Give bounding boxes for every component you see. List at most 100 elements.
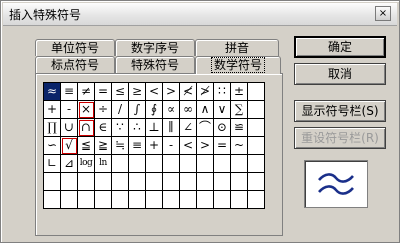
symbol-cell[interactable]: > (197, 137, 214, 155)
symbol-cell[interactable]: ∵ (112, 119, 129, 137)
symbol-cell[interactable]: < (180, 137, 197, 155)
symbol-cell[interactable]: √ (61, 137, 78, 155)
symbol-cell[interactable]: ≧ (95, 137, 112, 155)
symbol-cell[interactable]: ≒ (112, 137, 129, 155)
symbol-cell[interactable] (129, 155, 146, 173)
symbol-cell[interactable] (146, 173, 163, 191)
symbol-cell[interactable] (248, 101, 265, 119)
tab-punctuation[interactable]: 标点符号 (35, 56, 115, 73)
symbol-cell[interactable] (197, 191, 214, 209)
symbol-cell[interactable] (231, 191, 248, 209)
symbol-cell[interactable] (112, 173, 129, 191)
symbol-cell[interactable]: ∈ (95, 119, 112, 137)
symbol-cell[interactable]: ≌ (231, 119, 248, 137)
symbol-cell[interactable]: ÷ (95, 101, 112, 119)
symbol-cell[interactable] (231, 173, 248, 191)
tab-number-symbols[interactable]: 数字序号 (115, 39, 195, 56)
symbol-cell[interactable] (61, 191, 78, 209)
cancel-button[interactable]: 取消 (294, 63, 386, 85)
symbol-cell[interactable] (248, 83, 265, 101)
symbol-cell[interactable] (146, 191, 163, 209)
symbol-cell[interactable] (78, 173, 95, 191)
symbol-cell[interactable]: < (146, 83, 163, 101)
symbol-cell[interactable] (197, 173, 214, 191)
symbol-cell[interactable] (163, 191, 180, 209)
symbol-cell[interactable]: ≯ (197, 83, 214, 101)
symbol-cell[interactable]: ∩ (78, 119, 95, 137)
symbol-cell[interactable]: ≠ (78, 83, 95, 101)
tab-pinyin[interactable]: 拼音 (195, 39, 279, 56)
symbol-cell[interactable]: ∥ (163, 119, 180, 137)
symbol-cell[interactable]: > (163, 83, 180, 101)
symbol-cell[interactable]: ∟ (44, 155, 61, 173)
symbol-cell[interactable] (180, 155, 197, 173)
symbol-cell[interactable] (129, 191, 146, 209)
symbol-cell[interactable]: ≡ (129, 137, 146, 155)
symbol-cell[interactable] (95, 173, 112, 191)
symbol-cell[interactable] (180, 191, 197, 209)
symbol-cell[interactable] (248, 191, 265, 209)
symbol-cell[interactable]: ∑ (231, 101, 248, 119)
symbol-cell[interactable]: ∫ (129, 101, 146, 119)
reset-symbol-bar-button[interactable]: 重设符号栏(R) (294, 127, 386, 149)
symbol-cell[interactable] (214, 173, 231, 191)
symbol-cell[interactable] (146, 155, 163, 173)
symbol-cell[interactable]: ≤ (112, 83, 129, 101)
symbol-cell[interactable]: ∪ (61, 119, 78, 137)
tab-special-symbols[interactable]: 特殊符号 (115, 56, 195, 73)
ok-button[interactable]: 确定 (294, 36, 386, 58)
symbol-cell[interactable]: ∨ (214, 101, 231, 119)
symbol-cell[interactable] (231, 155, 248, 173)
symbol-cell[interactable] (197, 155, 214, 173)
symbol-cell[interactable] (112, 191, 129, 209)
symbol-cell[interactable] (44, 173, 61, 191)
symbol-cell[interactable] (95, 191, 112, 209)
symbol-cell[interactable]: + (146, 137, 163, 155)
symbol-cell[interactable]: ∽ (44, 137, 61, 155)
symbol-cell[interactable] (248, 173, 265, 191)
symbol-cell[interactable]: ∏ (44, 119, 61, 137)
symbol-cell[interactable]: - (61, 101, 78, 119)
symbol-cell[interactable] (163, 173, 180, 191)
symbol-cell[interactable]: + (44, 101, 61, 119)
symbol-cell[interactable]: ln (95, 155, 112, 173)
symbol-cell[interactable]: ≈ (44, 83, 61, 101)
symbol-cell[interactable]: = (214, 137, 231, 155)
symbol-cell[interactable] (214, 155, 231, 173)
symbol-cell[interactable]: ⌒ (197, 119, 214, 137)
symbol-cell[interactable] (214, 191, 231, 209)
symbol-cell[interactable] (112, 155, 129, 173)
symbol-cell[interactable]: ∧ (197, 101, 214, 119)
symbol-cell[interactable]: ± (231, 83, 248, 101)
symbol-cell[interactable] (61, 173, 78, 191)
symbol-cell[interactable] (248, 137, 265, 155)
show-symbol-bar-button[interactable]: 显示符号栏(S) (294, 100, 386, 122)
symbol-cell[interactable] (129, 173, 146, 191)
symbol-cell[interactable]: ∷ (214, 83, 231, 101)
symbol-cell[interactable] (163, 155, 180, 173)
symbol-cell[interactable]: = (95, 83, 112, 101)
symbol-cell[interactable]: ≡ (61, 83, 78, 101)
symbol-cell[interactable]: ∠ (180, 119, 197, 137)
symbol-cell[interactable]: ⊙ (214, 119, 231, 137)
symbol-cell[interactable]: ∮ (146, 101, 163, 119)
symbol-cell[interactable]: ≦ (78, 137, 95, 155)
symbol-cell[interactable]: ∝ (163, 101, 180, 119)
symbol-cell[interactable]: ∞ (180, 101, 197, 119)
tab-unit-symbols[interactable]: 单位符号 (35, 39, 115, 56)
symbol-cell[interactable]: ⊥ (146, 119, 163, 137)
title-bar[interactable]: 插入特殊符号 × (3, 3, 397, 26)
symbol-cell[interactable] (248, 155, 265, 173)
symbol-cell[interactable]: ≮ (180, 83, 197, 101)
symbol-cell[interactable] (78, 191, 95, 209)
symbol-cell[interactable]: × (78, 101, 95, 119)
symbol-cell[interactable] (180, 173, 197, 191)
close-button[interactable]: × (375, 6, 391, 21)
symbol-cell[interactable]: ≥ (129, 83, 146, 101)
symbol-cell[interactable]: - (163, 137, 180, 155)
symbol-cell[interactable]: ⊿ (61, 155, 78, 173)
symbol-cell[interactable]: ∴ (129, 119, 146, 137)
symbol-cell[interactable] (248, 119, 265, 137)
symbol-cell[interactable]: log (78, 155, 95, 173)
symbol-cell[interactable]: ~ (231, 137, 248, 155)
